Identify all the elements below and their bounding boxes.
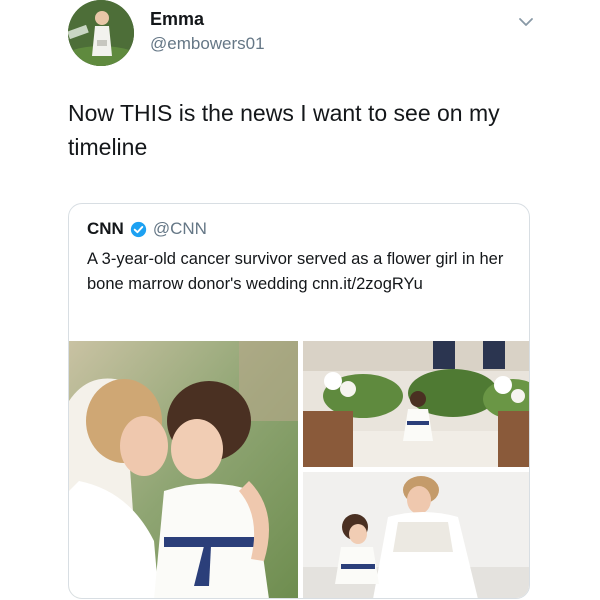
tweet: Emma @embowers01 Now THIS is the news I … — [0, 0, 600, 600]
bride-and-flower-girl-embrace-photo[interactable] — [69, 341, 298, 598]
bride-kneeling-with-flower-girl-photo[interactable] — [303, 472, 529, 598]
quoted-tweet-card[interactable]: CNN @CNN A 3-year-old cancer survivor se… — [68, 203, 530, 599]
tweet-text: Now THIS is the news I want to see on my… — [68, 100, 500, 160]
flower-girl-walking-aisle-photo[interactable] — [303, 341, 529, 467]
user-avatar[interactable] — [68, 0, 134, 66]
verified-badge-icon — [130, 221, 146, 237]
quoted-tweet-header: CNN @CNN — [87, 218, 207, 240]
quoted-user-name[interactable]: CNN — [87, 219, 124, 239]
quoted-tweet-text: A 3-year-old cancer survivor served as a… — [87, 250, 504, 293]
quoted-user-handle[interactable]: @CNN — [153, 219, 207, 239]
user-display-name[interactable]: Emma — [150, 9, 204, 30]
chevron-down-icon[interactable] — [516, 12, 536, 32]
user-handle[interactable]: @embowers01 — [150, 34, 265, 54]
